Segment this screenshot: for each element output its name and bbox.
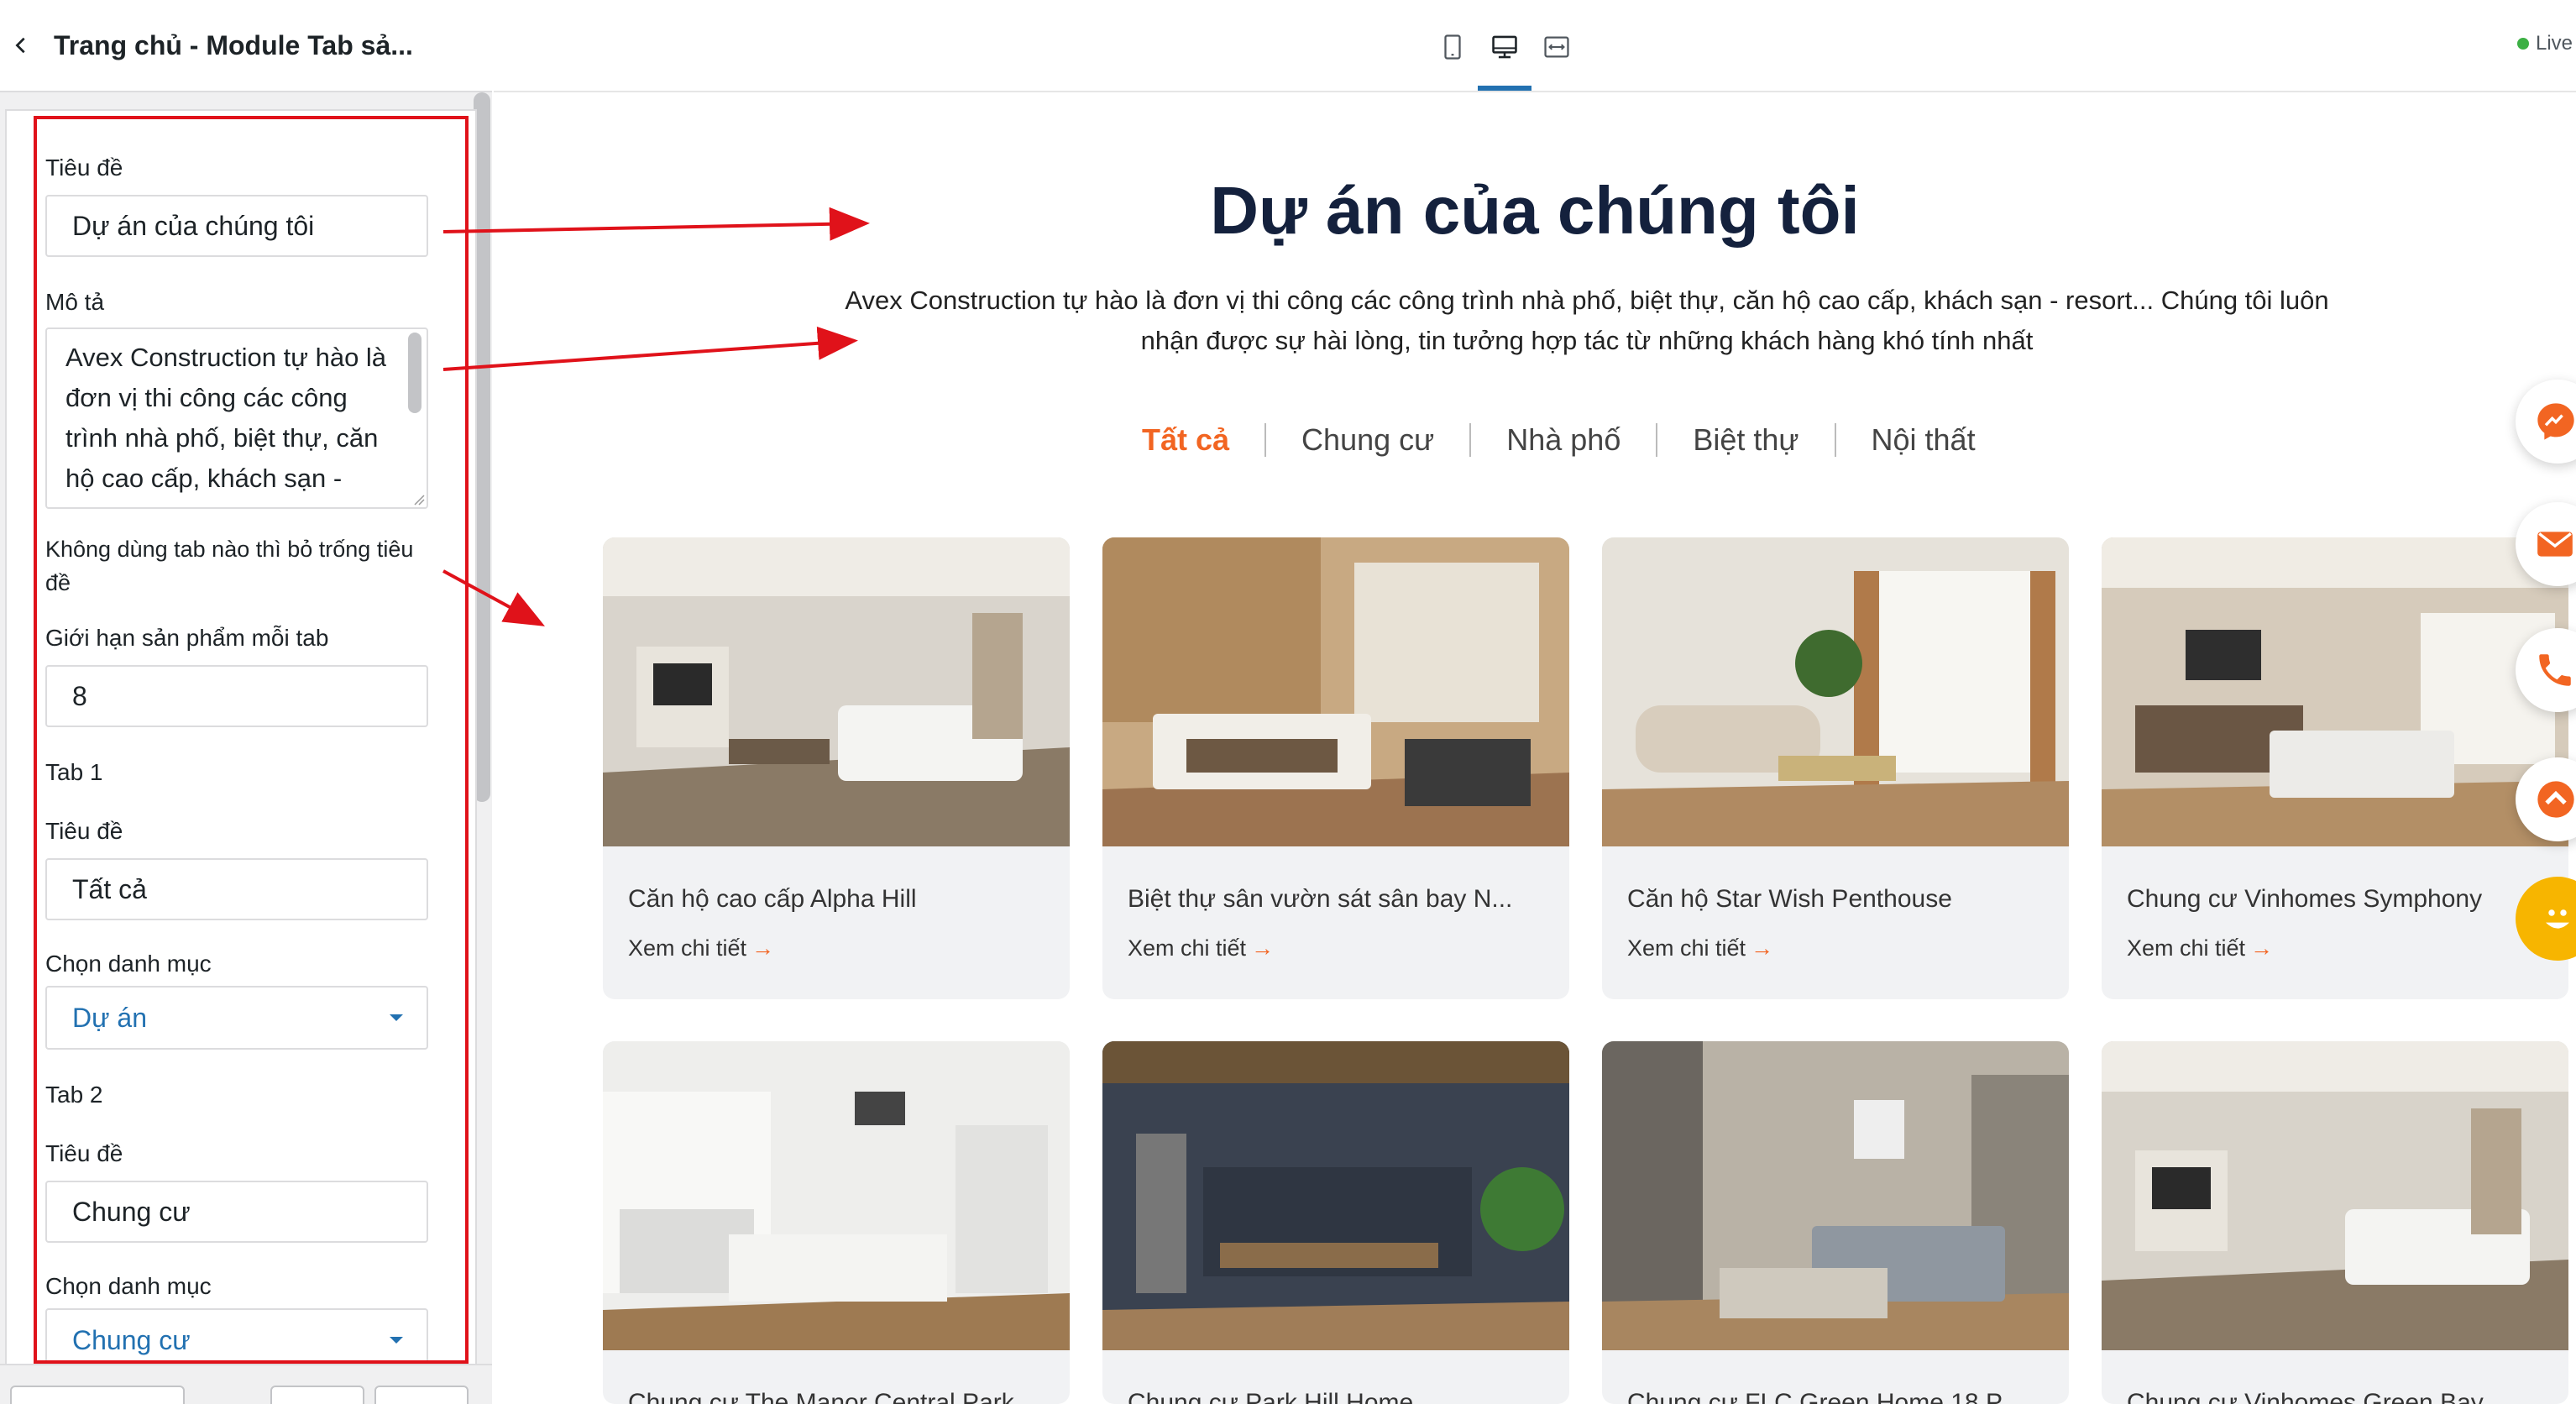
project-title: Chung cư Vinhomes Symphony	[2127, 885, 2483, 913]
dropdown-caret-icon	[390, 1337, 403, 1344]
footer-action-button[interactable]	[10, 1386, 185, 1404]
footer-prev-button[interactable]	[270, 1386, 364, 1404]
panel-body: Tiêu đề Mô tả Không dùng tab nào thì bỏ …	[5, 109, 477, 1369]
tab1-category-select[interactable]: Dự án	[45, 986, 428, 1050]
project-card[interactable]: Chung cư The Manor Central Park Xem chi …	[603, 1041, 1070, 1404]
project-image	[2102, 537, 2568, 846]
live-status: Live	[2516, 32, 2573, 55]
project-image	[1102, 537, 1569, 846]
tab-villa[interactable]: Biệt thự	[1657, 422, 1834, 458]
project-title: Chung cư Vinhomes Green Bay	[2127, 1389, 2484, 1404]
tab2-heading: Tab 2	[45, 1082, 103, 1108]
device-desktop-button[interactable]	[1486, 29, 1523, 65]
email-icon	[2537, 532, 2573, 557]
arrow-right-icon: →	[751, 935, 775, 961]
project-title: Chung cư Park Hill Home	[1128, 1389, 1414, 1404]
view-detail-link[interactable]: Xem chi tiết →	[628, 935, 774, 961]
view-detail-label: Xem chi tiết	[1627, 935, 1746, 961]
description-label: Mô tả	[45, 289, 105, 315]
arrow-right-icon: →	[1751, 935, 1774, 961]
project-title: Biệt thự sân vườn sát sân bay N...	[1128, 885, 1513, 913]
project-card[interactable]: Chung cư Vinhomes Green Bay Xem chi tiết…	[2102, 1041, 2568, 1404]
tab1-heading: Tab 1	[45, 759, 103, 785]
view-detail-link[interactable]: Xem chi tiết →	[1128, 935, 1274, 961]
panel-title: Trang chủ - Module Tab sả...	[54, 29, 413, 60]
project-card[interactable]: Biệt thự sân vườn sát sân bay N... Xem c…	[1102, 537, 1569, 999]
view-detail-link[interactable]: Xem chi tiết →	[2127, 935, 2273, 961]
project-image	[1602, 537, 2069, 846]
section-description: Avex Construction tự hào là đơn vị thi c…	[845, 286, 2329, 355]
customizer-panel: Trang chủ - Module Tab sả... Tiêu đề Mô …	[0, 0, 492, 1404]
device-mobile-button[interactable]	[1434, 29, 1471, 65]
phone-icon	[2539, 654, 2571, 686]
messenger-button[interactable]	[2516, 380, 2576, 464]
section-title: Dự án của chúng tôi	[1210, 173, 1860, 248]
chat-smile-icon	[2546, 909, 2569, 929]
tab1-title-label: Tiêu đề	[45, 818, 123, 844]
tab2-title-label: Tiêu đề	[45, 1140, 123, 1166]
title-label: Tiêu đề	[45, 155, 123, 181]
tab1-category-value: Dự án	[72, 1002, 148, 1033]
project-tabs: Tất cả Chung cư Nhà phố Biệt thự Nội thấ…	[1125, 415, 2011, 465]
live-label: Live	[2535, 32, 2573, 55]
project-image	[603, 537, 1070, 846]
tab-apartment[interactable]: Chung cư	[1266, 422, 1469, 458]
tab2-category-select[interactable]: Chung cư	[45, 1308, 428, 1367]
project-card[interactable]: Chung cư Vinhomes Symphony Xem chi tiết →	[2102, 537, 2568, 999]
project-image	[1602, 1041, 2069, 1350]
messenger-icon	[2537, 403, 2574, 440]
tab-interior[interactable]: Nội thất	[1836, 422, 2011, 458]
chevron-left-icon	[15, 37, 25, 54]
tab-townhouse[interactable]: Nhà phố	[1471, 422, 1656, 458]
zalo-icon	[2537, 781, 2574, 818]
dropdown-caret-icon	[390, 1014, 403, 1021]
tab1-category-label: Chọn danh mục	[45, 951, 212, 977]
mobile-icon	[1444, 34, 1461, 60]
project-title: Chung cư The Manor Central Park	[628, 1389, 1014, 1404]
live-dot-icon	[2516, 38, 2529, 50]
project-image	[603, 1041, 1070, 1350]
footer-next-button[interactable]	[374, 1386, 469, 1404]
limit-input[interactable]	[45, 665, 428, 727]
view-detail-label: Xem chi tiết	[2127, 935, 2246, 961]
tab1-title-input[interactable]	[45, 858, 428, 920]
description-textarea[interactable]	[45, 327, 428, 509]
project-title: Chung cư FLC Green Home 18 P...	[1627, 1389, 2021, 1404]
project-card[interactable]: Căn hộ cao cấp Alpha Hill Xem chi tiết →	[603, 537, 1070, 999]
resize-grip-icon[interactable]	[413, 494, 425, 506]
tab-note: Không dùng tab nào thì bỏ trống tiêu đề	[45, 537, 414, 595]
desktop-icon	[1492, 35, 1517, 59]
panel-footer	[0, 1364, 492, 1404]
arrow-right-icon: →	[2250, 935, 2274, 961]
project-title: Căn hộ Star Wish Penthouse	[1627, 885, 1952, 913]
arrow-right-icon: →	[1251, 935, 1275, 961]
tab2-category-value: Chung cư	[72, 1324, 191, 1355]
panel-header: Trang chủ - Module Tab sả...	[0, 0, 492, 92]
textarea-scrollbar[interactable]	[408, 333, 421, 413]
tab2-category-label: Chọn danh mục	[45, 1273, 212, 1299]
project-image	[2102, 1041, 2568, 1350]
preview-topbar: Live	[494, 0, 2576, 92]
back-button[interactable]	[0, 0, 42, 92]
title-input[interactable]	[45, 195, 428, 257]
project-card[interactable]: Chung cư FLC Green Home 18 P... Xem chi …	[1602, 1041, 2069, 1404]
project-card[interactable]: Chung cư Park Hill Home Xem chi tiết→	[1102, 1041, 1569, 1404]
project-title: Căn hộ cao cấp Alpha Hill	[628, 885, 917, 913]
tab2-title-input[interactable]	[45, 1181, 428, 1243]
device-active-indicator	[1478, 86, 1531, 91]
device-tablet-button[interactable]	[1538, 29, 1575, 65]
project-image	[1102, 1041, 1569, 1350]
view-detail-label: Xem chi tiết	[628, 935, 747, 961]
project-card[interactable]: Căn hộ Star Wish Penthouse Xem chi tiết →	[1602, 537, 2069, 999]
tablet-icon	[1544, 36, 1569, 58]
view-detail-label: Xem chi tiết	[1128, 935, 1247, 961]
tab-all[interactable]: Tất cả	[1125, 422, 1264, 458]
limit-label: Giới hạn sản phẩm mỗi tab	[45, 625, 329, 651]
view-detail-link[interactable]: Xem chi tiết →	[1627, 935, 1773, 961]
